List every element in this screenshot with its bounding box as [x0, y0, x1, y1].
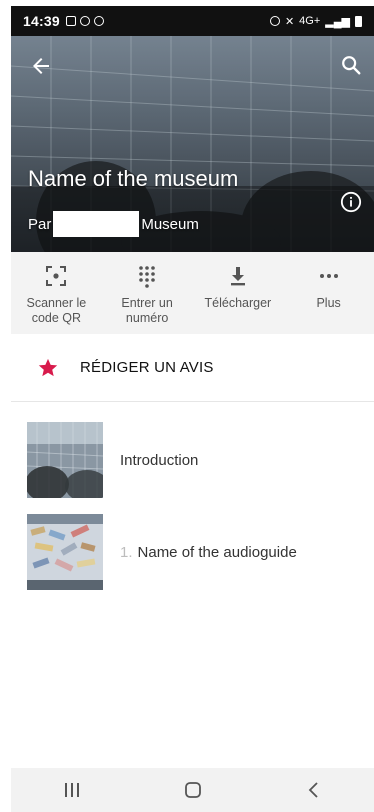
audioguide-list: Introduction 1. Name of the audioguide	[11, 414, 374, 598]
back-arrow-icon[interactable]	[29, 54, 53, 78]
museum-author: Par Museum	[28, 211, 199, 237]
more-label: Plus	[316, 296, 341, 310]
write-review-button[interactable]: RÉDIGER UN AVIS	[11, 334, 374, 402]
introduction-title: Introduction	[120, 451, 199, 469]
back-button[interactable]	[299, 775, 329, 805]
list-item-introduction[interactable]: Introduction	[11, 414, 374, 506]
mute-icon: ✕	[284, 15, 295, 28]
scan-qr-label: Scanner le code QR	[26, 296, 87, 325]
image-notification-icon	[65, 16, 76, 26]
audioguide-number: 1.	[120, 543, 133, 561]
status-notification-icons	[65, 16, 104, 26]
keypad-icon	[139, 266, 155, 288]
info-icon[interactable]	[340, 191, 362, 213]
alarm-icon	[269, 16, 280, 26]
download-icon	[230, 267, 245, 286]
messenger-notification-icon	[93, 16, 104, 26]
recent-apps-icon	[64, 783, 79, 797]
write-review-label: RÉDIGER UN AVIS	[80, 359, 214, 376]
app-frame: 14:39 ✕ 4G+ ▂▄▆ Name of the museum Par M…	[11, 6, 374, 812]
museum-title: Name of the museum	[28, 166, 239, 191]
author-suffix: Museum	[141, 215, 199, 233]
redacted-author-name	[53, 211, 140, 237]
audioguide-thumbnail	[27, 514, 103, 590]
download-label: Télécharger	[204, 296, 272, 310]
action-bar: Scanner le code QR Entrer un numéro Télé…	[11, 252, 374, 334]
alarm-notification-icon	[79, 16, 90, 26]
back-chevron-icon	[308, 782, 318, 798]
list-item-audioguide[interactable]: 1. Name of the audioguide	[11, 506, 374, 598]
author-prefix: Par	[28, 215, 52, 233]
qr-scan-icon	[46, 266, 67, 286]
home-button[interactable]	[178, 775, 208, 805]
status-time: 14:39	[23, 13, 60, 29]
status-bar: 14:39 ✕ 4G+ ▂▄▆	[11, 6, 374, 36]
recent-apps-button[interactable]	[57, 775, 87, 805]
enter-number-label: Entrer un numéro	[121, 296, 173, 325]
introduction-thumbnail	[27, 422, 103, 498]
audioguide-title: Name of the audioguide	[137, 543, 297, 561]
home-icon	[184, 782, 201, 798]
list-item-title: 1. Name of the audioguide	[120, 544, 297, 561]
network-type: 4G+	[299, 15, 321, 27]
list-item-title: Introduction	[120, 452, 198, 469]
more-icon	[319, 274, 338, 278]
search-icon[interactable]	[340, 54, 362, 76]
download-action[interactable]: Télécharger	[193, 252, 284, 334]
status-system-icons: ✕ 4G+ ▂▄▆	[269, 15, 362, 28]
battery-icon	[355, 15, 362, 27]
signal-icon: ▂▄▆	[325, 15, 350, 28]
scan-qr-action[interactable]: Scanner le code QR	[11, 252, 102, 334]
system-navigation-bar	[11, 768, 374, 812]
more-action[interactable]: Plus	[283, 252, 374, 334]
enter-number-action[interactable]: Entrer un numéro	[102, 252, 193, 334]
museum-header: Name of the museum Par Museum	[11, 36, 374, 252]
star-icon	[38, 358, 58, 376]
